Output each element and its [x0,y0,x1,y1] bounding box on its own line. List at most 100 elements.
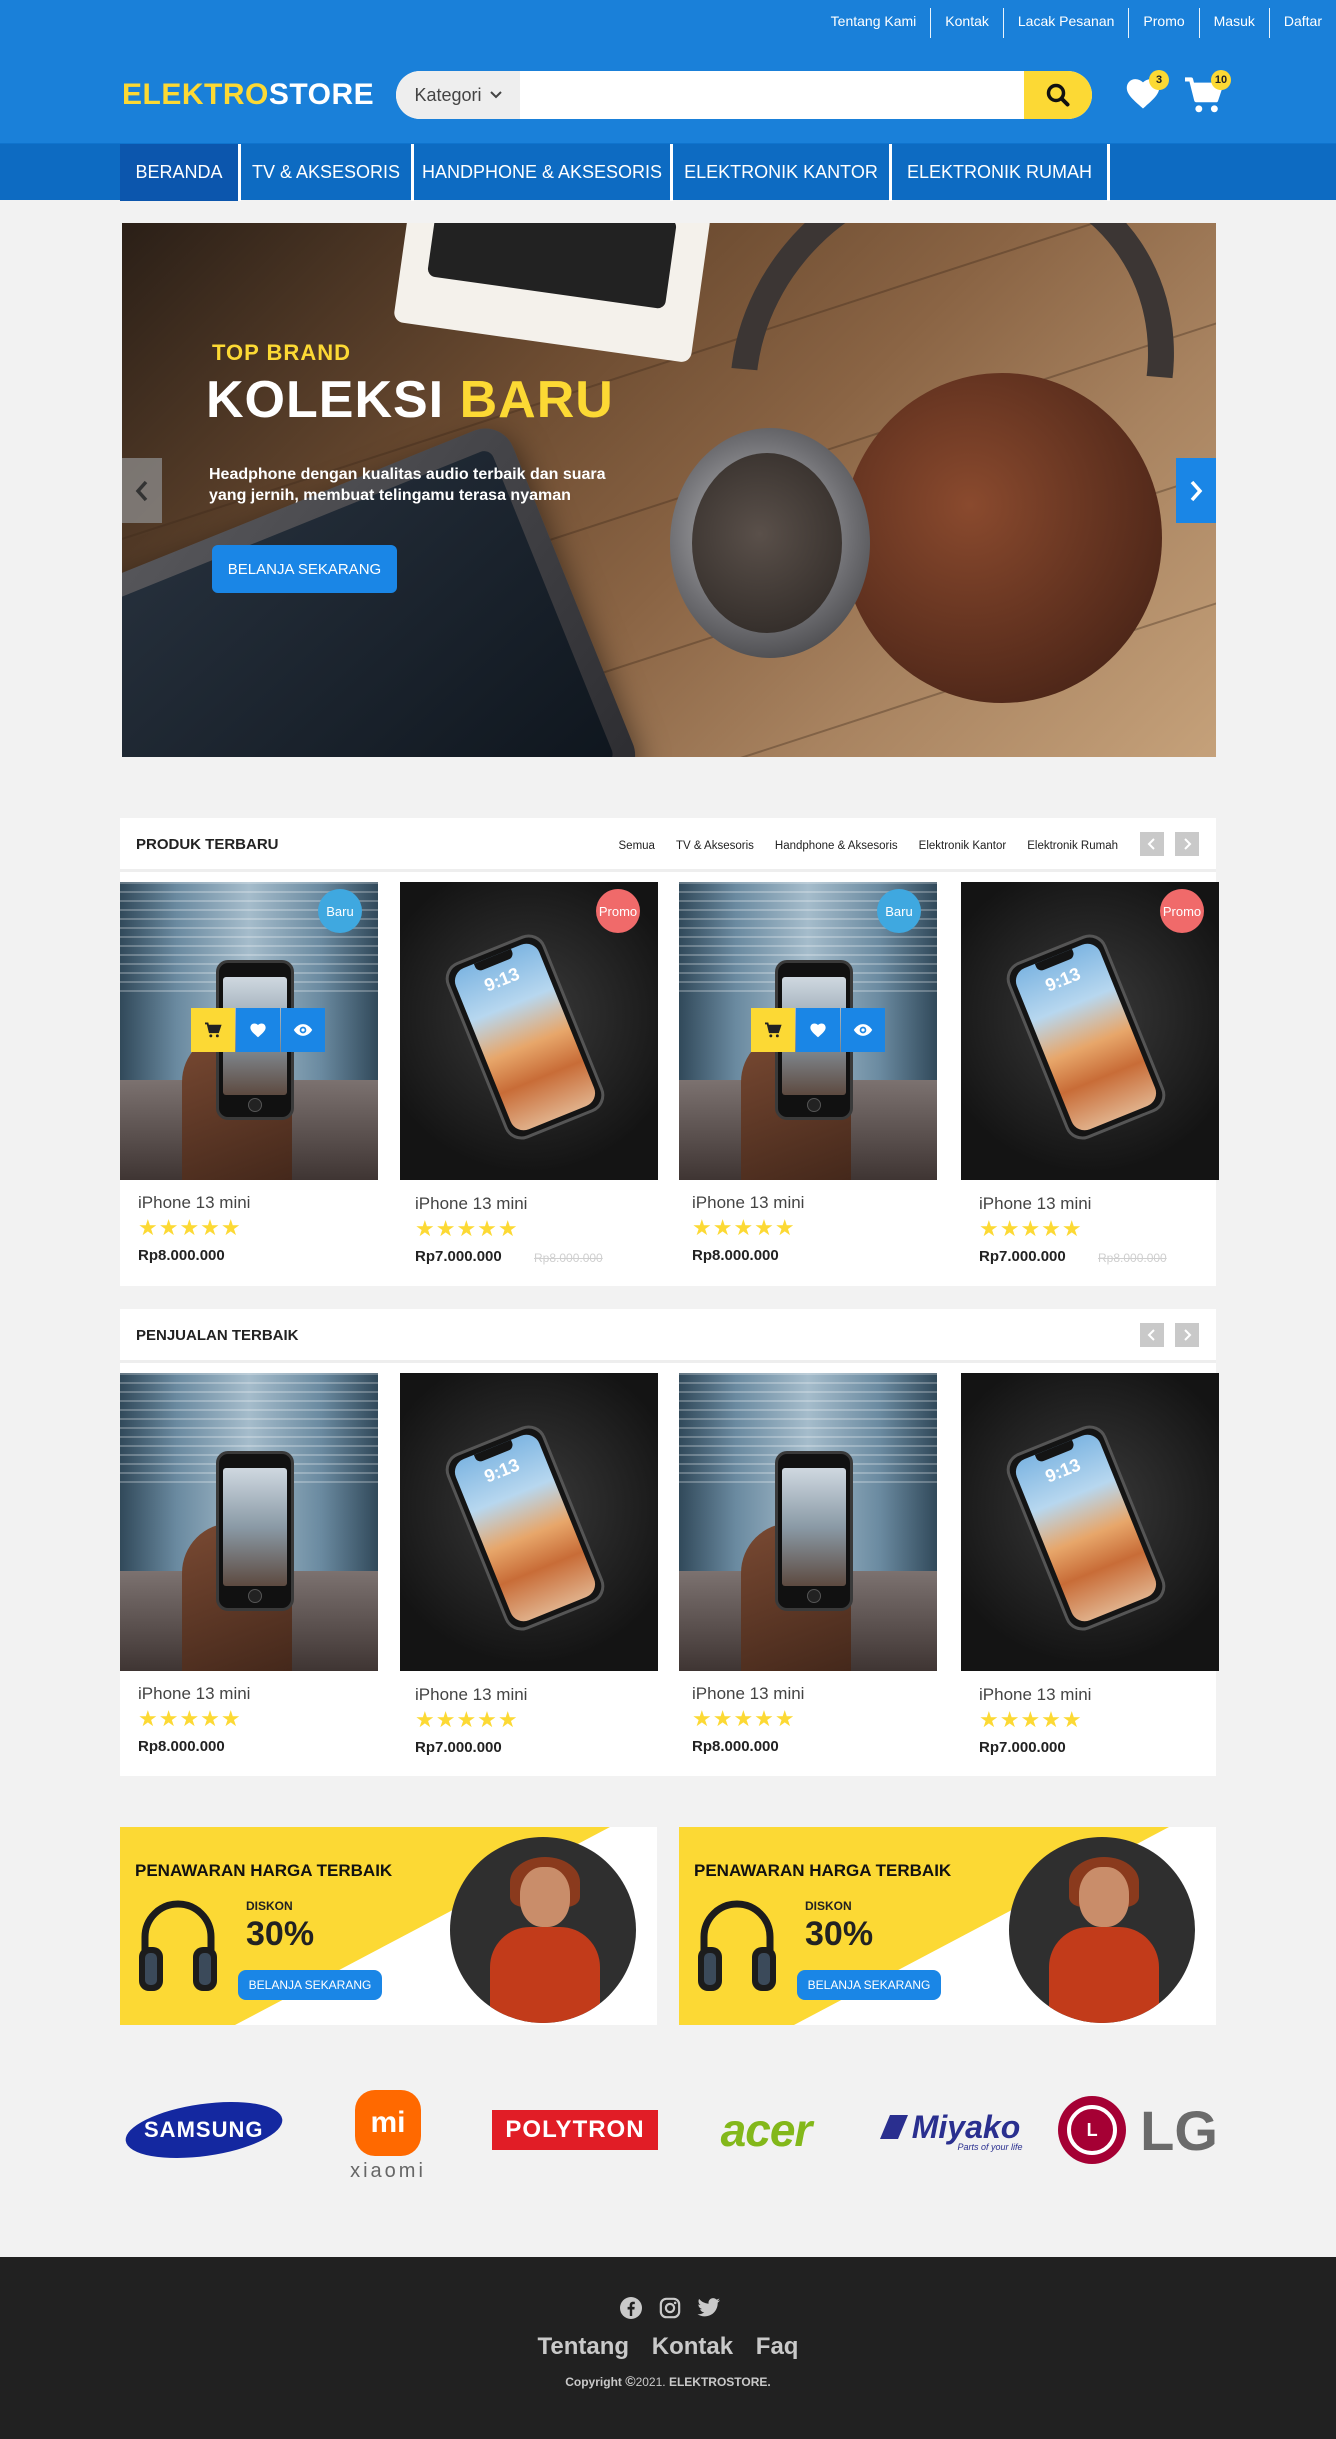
top-link-track-order[interactable]: Lacak Pesanan [1002,8,1129,38]
hero-shop-button[interactable]: BELANJA SEKARANG [212,545,397,593]
brand-logo-samsung[interactable]: SAMSUNG [122,2090,286,2170]
product-image[interactable] [120,1373,378,1671]
promo-shop-button[interactable]: BELANJA SEKARANG [238,1970,382,2000]
hero-title: KOLEKSI BARU [206,370,614,430]
top-link-promo[interactable]: Promo [1128,8,1198,38]
latest-prev-button[interactable] [1140,832,1164,856]
latest-section-header: PRODUK TERBARU Semua TV & Aksesoris Hand… [120,818,1216,872]
add-to-cart-button[interactable] [191,1008,235,1052]
heart-icon [810,1023,826,1038]
twitter-icon [697,2298,720,2317]
product-old-price: Rp8.000.000 [1098,1251,1167,1265]
product-badge-new: Baru [877,889,921,933]
nav-item-handphone[interactable]: HANDPHONE & AKSESORIS [414,144,673,201]
product-name[interactable]: iPhone 13 mini [415,1685,527,1705]
rating-stars: ★★★★★ [415,1216,519,1241]
nav-item-home[interactable]: BERANDA [120,144,241,201]
filter-home[interactable]: Elektronik Rumah [1027,840,1118,852]
nav-item-office[interactable]: ELEKTRONIK KANTOR [673,144,892,201]
hero-next-button[interactable] [1176,458,1216,523]
latest-section-title: PRODUK TERBARU [136,836,279,853]
hero-title-white: KOLEKSI [206,371,445,429]
eye-icon [293,1024,313,1036]
promo-banner[interactable]: PENAWARAN HARGA TERBAIK DISKON 30% BELAN… [679,1827,1216,2025]
footer-link-faq[interactable]: Faq [756,2333,799,2360]
product-image[interactable]: 9:13 [400,1373,658,1671]
cart-button[interactable]: 10 [1183,70,1231,119]
latest-filter-tabs: Semua TV & Aksesoris Handphone & Aksesor… [619,840,1119,852]
add-to-wishlist-button[interactable] [236,1008,280,1052]
footer-link-about[interactable]: Tentang [538,2333,630,2360]
product-name[interactable]: iPhone 13 mini [138,1684,250,1704]
chevron-right-icon [1184,838,1192,850]
best-prev-button[interactable] [1140,1323,1164,1347]
nav-item-tv[interactable]: TV & AKSESORIS [241,144,414,201]
quick-view-button[interactable] [841,1008,885,1052]
copyright: Copyright ©2021. ELEKTROSTORE. [0,2373,1336,2389]
copyright-label: Copyright [565,2375,622,2389]
product-badge-new: Baru [318,889,362,933]
brand-logo-xiaomi[interactable]: mi xiaomi [330,2088,446,2184]
promo-title: PENAWARAN HARGA TERBAIK [694,1861,952,1880]
promo-model-image [1009,1837,1195,2023]
search-bar: Kategori [396,71,1092,119]
brand-logo-acer[interactable]: acer [692,2090,840,2170]
promo-banner[interactable]: PENAWARAN HARGA TERBAIK DISKON 30% BELAN… [120,1827,657,2025]
brand-logo-lg[interactable]: L LG [1058,2090,1218,2170]
search-input[interactable] [520,71,1024,119]
nav-item-home-electronics[interactable]: ELEKTRONIK RUMAH [892,144,1110,201]
category-label: Kategori [414,84,482,105]
product-name[interactable]: iPhone 13 mini [979,1685,1091,1705]
rating-stars: ★★★★★ [979,1707,1083,1732]
instagram-link[interactable] [657,2295,683,2321]
promo-shop-button[interactable]: BELANJA SEKARANG [797,1970,941,2000]
headphone-icon [139,1900,217,1991]
best-next-button[interactable] [1175,1323,1199,1347]
hero-prev-button[interactable] [122,458,162,523]
product-image[interactable] [679,1373,937,1671]
brand-name-polytron: POLYTRON [505,2116,645,2143]
product-price: Rp7.000.000 [415,1248,502,1265]
site-logo[interactable]: ELEKTROSTORE [122,78,374,112]
rating-stars: ★★★★★ [138,1706,242,1731]
product-old-price: Rp8.000.000 [534,1251,603,1265]
top-link-contact[interactable]: Kontak [930,8,1003,38]
product-price: Rp8.000.000 [692,1738,779,1755]
chevron-left-icon [1147,838,1155,850]
top-link-register[interactable]: Daftar [1268,8,1336,38]
product-price: Rp8.000.000 [692,1247,779,1264]
product-name[interactable]: iPhone 13 mini [692,1684,804,1704]
twitter-link[interactable] [696,2295,722,2321]
footer-link-contact[interactable]: Kontak [652,2333,733,2360]
filter-all[interactable]: Semua [619,840,655,852]
product-price: Rp8.000.000 [138,1247,225,1264]
product-name[interactable]: iPhone 13 mini [979,1194,1091,1214]
product-name[interactable]: iPhone 13 mini [415,1194,527,1214]
filter-handphone[interactable]: Handphone & Aksesoris [775,840,898,852]
top-link-about[interactable]: Tentang Kami [817,8,931,38]
category-dropdown[interactable]: Kategori [396,71,520,119]
promo-discount-label: DISKON [805,1899,852,1913]
cart-icon [205,1022,222,1038]
filter-tv[interactable]: TV & Aksesoris [676,840,754,852]
top-link-login[interactable]: Masuk [1198,8,1269,38]
add-to-wishlist-button[interactable] [796,1008,840,1052]
brand-name-xiaomi: xiaomi [350,2159,426,2182]
latest-next-button[interactable] [1175,832,1199,856]
search-button[interactable] [1024,71,1092,119]
brand-logo-miyako[interactable]: Miyako Parts of your life [868,2090,1032,2170]
headphone-icon [698,1900,776,1991]
site-footer: Tentang Kontak Faq Copyright ©2021. ELEK… [0,2257,1336,2439]
product-price: Rp7.000.000 [415,1739,502,1756]
add-to-cart-button[interactable] [751,1008,795,1052]
product-name[interactable]: iPhone 13 mini [138,1193,250,1213]
facebook-link[interactable] [618,2295,644,2321]
wishlist-button[interactable]: 3 [1124,70,1169,115]
product-name[interactable]: iPhone 13 mini [692,1193,804,1213]
filter-office[interactable]: Elektronik Kantor [919,840,1007,852]
quick-view-button[interactable] [281,1008,325,1052]
brand-name-acer: acer [720,2104,813,2156]
brand-logo-polytron[interactable]: POLYTRON [492,2090,658,2170]
product-image[interactable]: 9:13 [961,1373,1219,1671]
search-icon [1046,83,1070,107]
